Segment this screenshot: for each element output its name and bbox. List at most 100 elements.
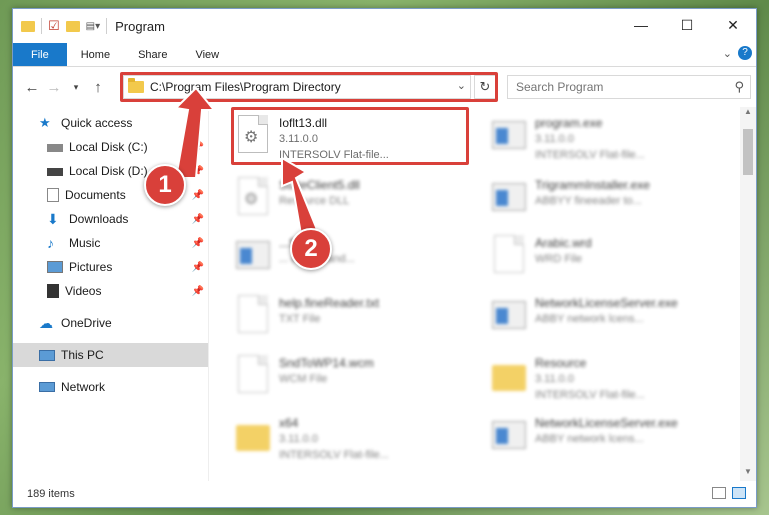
file-type: Resource DLL xyxy=(279,195,350,207)
file-item[interactable]: Resource 3.11.0.0 INTERSOLV Flat-file... xyxy=(491,351,731,409)
sidebar-item-downloads[interactable]: ⬇ Downloads 📌 xyxy=(13,207,208,231)
folder-icon xyxy=(235,415,271,459)
callout-1: 1 xyxy=(144,164,186,206)
file-item[interactable]: TrigrammInstaller.exe ABBYY fineeader to… xyxy=(491,173,731,231)
divider xyxy=(106,18,108,34)
maximize-button[interactable]: ☐ xyxy=(664,9,710,41)
sidebar-item-label: OneDrive xyxy=(61,316,112,330)
search-box[interactable]: ⚲ xyxy=(507,75,751,99)
ribbon-tabs: File Home Share View ⌄ ? xyxy=(13,43,756,67)
search-input[interactable] xyxy=(516,80,716,94)
exe-window-icon xyxy=(491,115,527,159)
sidebar-item-onedrive[interactable]: ☁ OneDrive xyxy=(13,311,208,335)
title-bar: ☑ ▤▾ Program — ☐ ✕ xyxy=(13,9,756,43)
file-type: TXT File xyxy=(279,313,321,325)
new-folder-icon[interactable] xyxy=(65,20,80,32)
sidebar-item-label: Network xyxy=(61,380,106,394)
exe-window-icon xyxy=(235,235,271,279)
back-arrow-icon[interactable]: ← xyxy=(21,79,43,96)
forward-arrow-icon[interactable]: → xyxy=(43,79,65,96)
pin-icon[interactable]: 📌 xyxy=(192,142,204,153)
file-name: x64 xyxy=(279,416,299,430)
tab-share[interactable]: Share xyxy=(124,43,181,66)
status-bar: 189 items xyxy=(13,481,756,507)
file-name: NetworkLicenseServer.exe xyxy=(535,416,678,430)
file-item[interactable]: ...ST.exe ... event hand... xyxy=(235,231,475,289)
sidebar-item-videos[interactable]: Videos 📌 xyxy=(13,279,208,303)
file-description: INTERSOLV Flat-file... xyxy=(535,389,645,401)
file-name: SndToWP14.wcm xyxy=(279,356,374,370)
minimize-button[interactable]: — xyxy=(618,9,664,41)
file-item[interactable]: SndToWP14.wcm WCM File xyxy=(235,351,475,409)
up-arrow-icon[interactable]: ↑ xyxy=(87,79,109,96)
download-arrow-icon: ⬇ xyxy=(47,211,59,227)
pin-icon[interactable]: 📌 xyxy=(192,166,204,177)
callout-2: 2 xyxy=(290,228,332,270)
file-item[interactable]: ⚙ StateClient5.dll Resource DLL xyxy=(235,173,475,231)
tab-file[interactable]: File xyxy=(13,43,67,66)
document-icon xyxy=(235,355,271,399)
customize-qat-icon[interactable]: ▤▾ xyxy=(86,21,100,32)
pin-icon[interactable]: 📌 xyxy=(192,286,204,297)
item-count: 189 items xyxy=(27,488,75,500)
window-title: Program xyxy=(115,18,165,34)
recent-locations-chevron-icon[interactable]: ▾ xyxy=(65,82,87,93)
tab-view[interactable]: View xyxy=(181,43,233,66)
sidebar-item-this-pc[interactable]: This PC xyxy=(13,343,208,367)
content-area: ★ Quick access Local Disk (C:) 📌 Local D… xyxy=(13,107,756,481)
file-name: StateClient5.dll xyxy=(279,178,360,192)
file-description: INTERSOLV Flat-file... xyxy=(535,149,645,161)
file-item[interactable]: program.exe 3.11.0.0 INTERSOLV Flat-file… xyxy=(491,111,731,169)
file-name: help.fineReader.txt xyxy=(279,296,380,310)
monitor-icon xyxy=(39,349,55,361)
file-item[interactable]: help.fineReader.txt TXT File xyxy=(235,291,475,349)
close-button[interactable]: ✕ xyxy=(710,9,756,41)
file-description: ABBY network lcens... xyxy=(535,313,644,325)
sidebar-item-pictures[interactable]: Pictures 📌 xyxy=(13,255,208,279)
file-item[interactable]: NetworkLicenseServer.exe ABBY network lc… xyxy=(491,291,731,349)
file-item[interactable]: NetworkLicenseServer.exe ABBY network lc… xyxy=(491,411,731,469)
vertical-scrollbar[interactable]: ▲ ▼ xyxy=(740,107,756,481)
sidebar-item-music[interactable]: ♪ Music 📌 xyxy=(13,231,208,255)
help-icon[interactable]: ? xyxy=(738,46,752,60)
file-item[interactable]: x64 3.11.0.0 INTERSOLV Flat-file... xyxy=(235,411,475,469)
file-name: Resource xyxy=(535,356,587,370)
sidebar-item-label: Local Disk (C:) xyxy=(69,140,148,154)
document-icon xyxy=(491,235,527,279)
file-item[interactable]: Arabic.wrd WRD File xyxy=(491,231,731,289)
cloud-icon: ☁ xyxy=(39,315,53,331)
sidebar-item-network[interactable]: Network xyxy=(13,375,208,399)
file-version: 3.11.0.0 xyxy=(535,133,574,145)
chevron-down-icon[interactable]: ⌄ xyxy=(723,47,732,60)
pictures-icon xyxy=(47,261,63,273)
scroll-up-icon[interactable]: ▲ xyxy=(740,107,756,121)
file-name: NetworkLicenseServer.exe xyxy=(535,296,678,310)
star-icon: ★ xyxy=(39,115,51,130)
drive-icon xyxy=(47,168,63,176)
file-name: program.exe xyxy=(535,116,603,130)
sidebar-item-label: Videos xyxy=(65,284,102,298)
pin-icon[interactable]: 📌 xyxy=(192,262,204,273)
sidebar-item-quick-access[interactable]: ★ Quick access xyxy=(13,111,208,135)
exe-window-icon xyxy=(491,295,527,339)
properties-icon[interactable]: ☑ xyxy=(48,18,60,34)
search-icon: ⚲ xyxy=(734,79,744,94)
sidebar-item-local-disk-c[interactable]: Local Disk (C:) 📌 xyxy=(13,135,208,159)
tab-home[interactable]: Home xyxy=(67,43,124,66)
large-icons-view-icon[interactable] xyxy=(732,487,746,499)
file-version: 3.11.0.0 xyxy=(535,373,574,385)
folder-icon xyxy=(21,20,35,32)
pin-icon[interactable]: 📌 xyxy=(192,214,204,225)
scroll-down-icon[interactable]: ▼ xyxy=(740,467,756,481)
file-type: WRD File xyxy=(535,253,583,265)
file-description: ABBYY fineeader to... xyxy=(535,195,642,207)
quick-access-toolbar: ☑ ▤▾ xyxy=(13,18,108,34)
sidebar-item-label: Local Disk (D:) xyxy=(69,164,148,178)
pin-icon[interactable]: 📌 xyxy=(192,190,204,201)
details-view-icon[interactable] xyxy=(712,487,726,499)
view-toggle xyxy=(712,487,746,499)
pin-icon[interactable]: 📌 xyxy=(192,238,204,249)
scrollbar-thumb[interactable] xyxy=(743,129,753,175)
divider xyxy=(41,18,42,34)
folder-icon xyxy=(491,355,527,399)
